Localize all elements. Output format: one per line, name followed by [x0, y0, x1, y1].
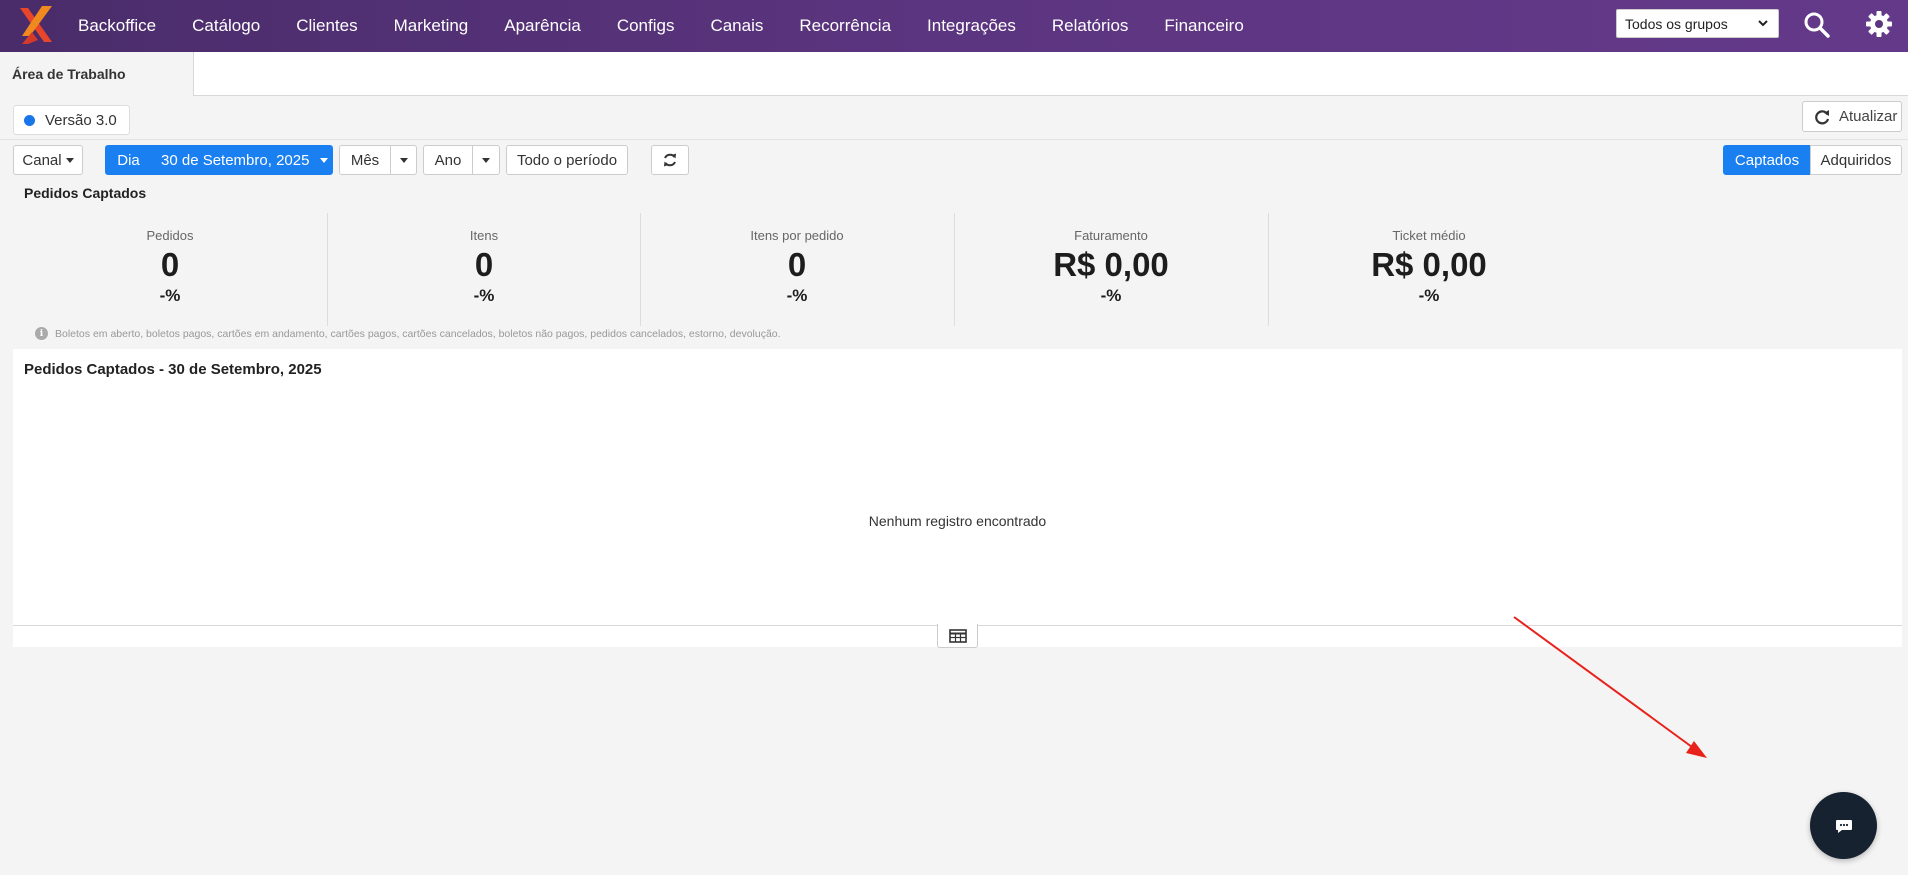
panel-title: Pedidos Captados - 30 de Setembro, 2025	[24, 361, 322, 378]
nav-canais[interactable]: Canais	[692, 16, 781, 36]
status-dot-icon	[24, 114, 35, 126]
annotation-arrow	[1513, 616, 1707, 758]
stat-label: Pedidos	[146, 228, 194, 243]
nav-backoffice[interactable]: Backoffice	[60, 16, 174, 36]
chat-icon	[1835, 819, 1852, 833]
info-note-text: Boletos em aberto, boletos pagos, cartõe…	[55, 327, 781, 340]
gear-icon[interactable]	[1864, 9, 1894, 39]
top-navbar: Backoffice Catálogo Clientes Marketing A…	[0, 0, 1908, 52]
mes-dropdown-toggle[interactable]	[390, 145, 417, 175]
app-logo[interactable]	[18, 4, 54, 46]
chart-panel: Pedidos Captados - 30 de Setembro, 2025 …	[13, 349, 1902, 648]
main-menu: Backoffice Catálogo Clientes Marketing A…	[60, 0, 1262, 52]
table-icon	[948, 628, 967, 643]
stat-itens: Itens 0 -%	[327, 213, 641, 326]
group-select-value: Todos os grupos	[1625, 15, 1728, 32]
version-label: Versão 3.0	[45, 111, 117, 129]
stat-label: Itens	[469, 228, 499, 243]
stat-value: R$ 0,00	[1371, 246, 1487, 283]
caret-down-icon	[482, 157, 490, 163]
reload-button[interactable]	[651, 145, 689, 175]
search-icon[interactable]	[1803, 11, 1831, 39]
stat-faturamento: Faturamento R$ 0,00 -%	[954, 213, 1268, 326]
caret-down-icon	[65, 157, 74, 163]
nav-clientes[interactable]: Clientes	[278, 16, 375, 36]
nav-recorrencia[interactable]: Recorrência	[781, 16, 909, 36]
nav-financeiro[interactable]: Financeiro	[1146, 16, 1261, 36]
stat-percent: -%	[473, 286, 495, 305]
period-dia-button[interactable]: Dia	[105, 145, 152, 175]
mes-label: Mês	[350, 151, 380, 169]
canal-label: Canal	[22, 151, 62, 169]
nav-integracoes[interactable]: Integrações	[909, 16, 1034, 36]
divider	[0, 139, 1908, 140]
version-badge: Versão 3.0	[13, 105, 130, 135]
todo-label: Todo o período	[516, 151, 618, 169]
nav-marketing[interactable]: Marketing	[376, 16, 487, 36]
stat-label: Itens por pedido	[750, 228, 844, 243]
stat-value: 0	[787, 246, 807, 283]
stat-percent: -%	[1418, 286, 1440, 305]
chevron-down-icon	[1758, 20, 1768, 27]
date-picker-button[interactable]: 30 de Setembro, 2025	[152, 145, 333, 175]
ano-label: Ano	[434, 151, 462, 169]
stat-itens-por-pedido: Itens por pedido 0 -%	[640, 213, 954, 326]
chat-launcher-button[interactable]	[1810, 792, 1877, 859]
nav-relatorios[interactable]: Relatórios	[1034, 16, 1147, 36]
stat-value: R$ 0,00	[1053, 246, 1169, 283]
stat-divider	[1268, 213, 1269, 326]
ano-dropdown-toggle[interactable]	[472, 145, 500, 175]
caret-down-icon	[399, 157, 408, 163]
stat-percent: -%	[786, 286, 808, 305]
period-ano-button[interactable]: Ano	[423, 145, 473, 175]
stat-ticket-medio: Ticket médio R$ 0,00 -%	[1272, 213, 1586, 326]
refresh-label: Atualizar	[1839, 108, 1898, 125]
stat-pedidos: Pedidos 0 -%	[13, 213, 327, 326]
stat-value: 0	[474, 246, 494, 283]
date-label: 30 de Setembro, 2025	[161, 151, 310, 169]
nav-aparencia[interactable]: Aparência	[486, 16, 599, 36]
captados-label: Captados	[1734, 151, 1800, 169]
captados-toggle[interactable]: Captados	[1723, 145, 1811, 175]
canal-dropdown[interactable]: Canal	[13, 145, 83, 175]
section-title: Pedidos Captados	[24, 185, 147, 201]
group-select[interactable]: Todos os grupos	[1616, 9, 1779, 38]
adquiridos-toggle[interactable]: Adquiridos	[1810, 145, 1902, 175]
tab-area-de-trabalho[interactable]: Área de Trabalho	[0, 52, 194, 96]
dia-label: Dia	[117, 151, 140, 169]
nav-configs[interactable]: Configs	[599, 16, 693, 36]
table-view-button[interactable]	[937, 624, 978, 648]
period-mes-button[interactable]: Mês	[339, 145, 391, 175]
info-note: i Boletos em aberto, boletos pagos, cart…	[35, 327, 781, 340]
empty-state-message: Nenhum registro encontrado	[868, 513, 1047, 529]
refresh-icon	[664, 153, 676, 167]
caret-down-icon	[320, 157, 329, 163]
stat-value: 0	[160, 246, 180, 283]
stat-percent: -%	[1100, 286, 1122, 305]
period-todo-button[interactable]: Todo o período	[506, 145, 628, 175]
workspace-tabstrip: Área de Trabalho	[0, 52, 1908, 96]
stat-percent: -%	[159, 286, 181, 305]
refresh-icon	[1815, 109, 1830, 124]
stat-label: Ticket médio	[1392, 228, 1466, 243]
refresh-button[interactable]: Atualizar	[1802, 101, 1902, 132]
stat-label: Faturamento	[1074, 228, 1148, 243]
info-icon: i	[35, 327, 48, 340]
nav-catalogo[interactable]: Catálogo	[174, 16, 278, 36]
adquiridos-label: Adquiridos	[1820, 151, 1892, 169]
